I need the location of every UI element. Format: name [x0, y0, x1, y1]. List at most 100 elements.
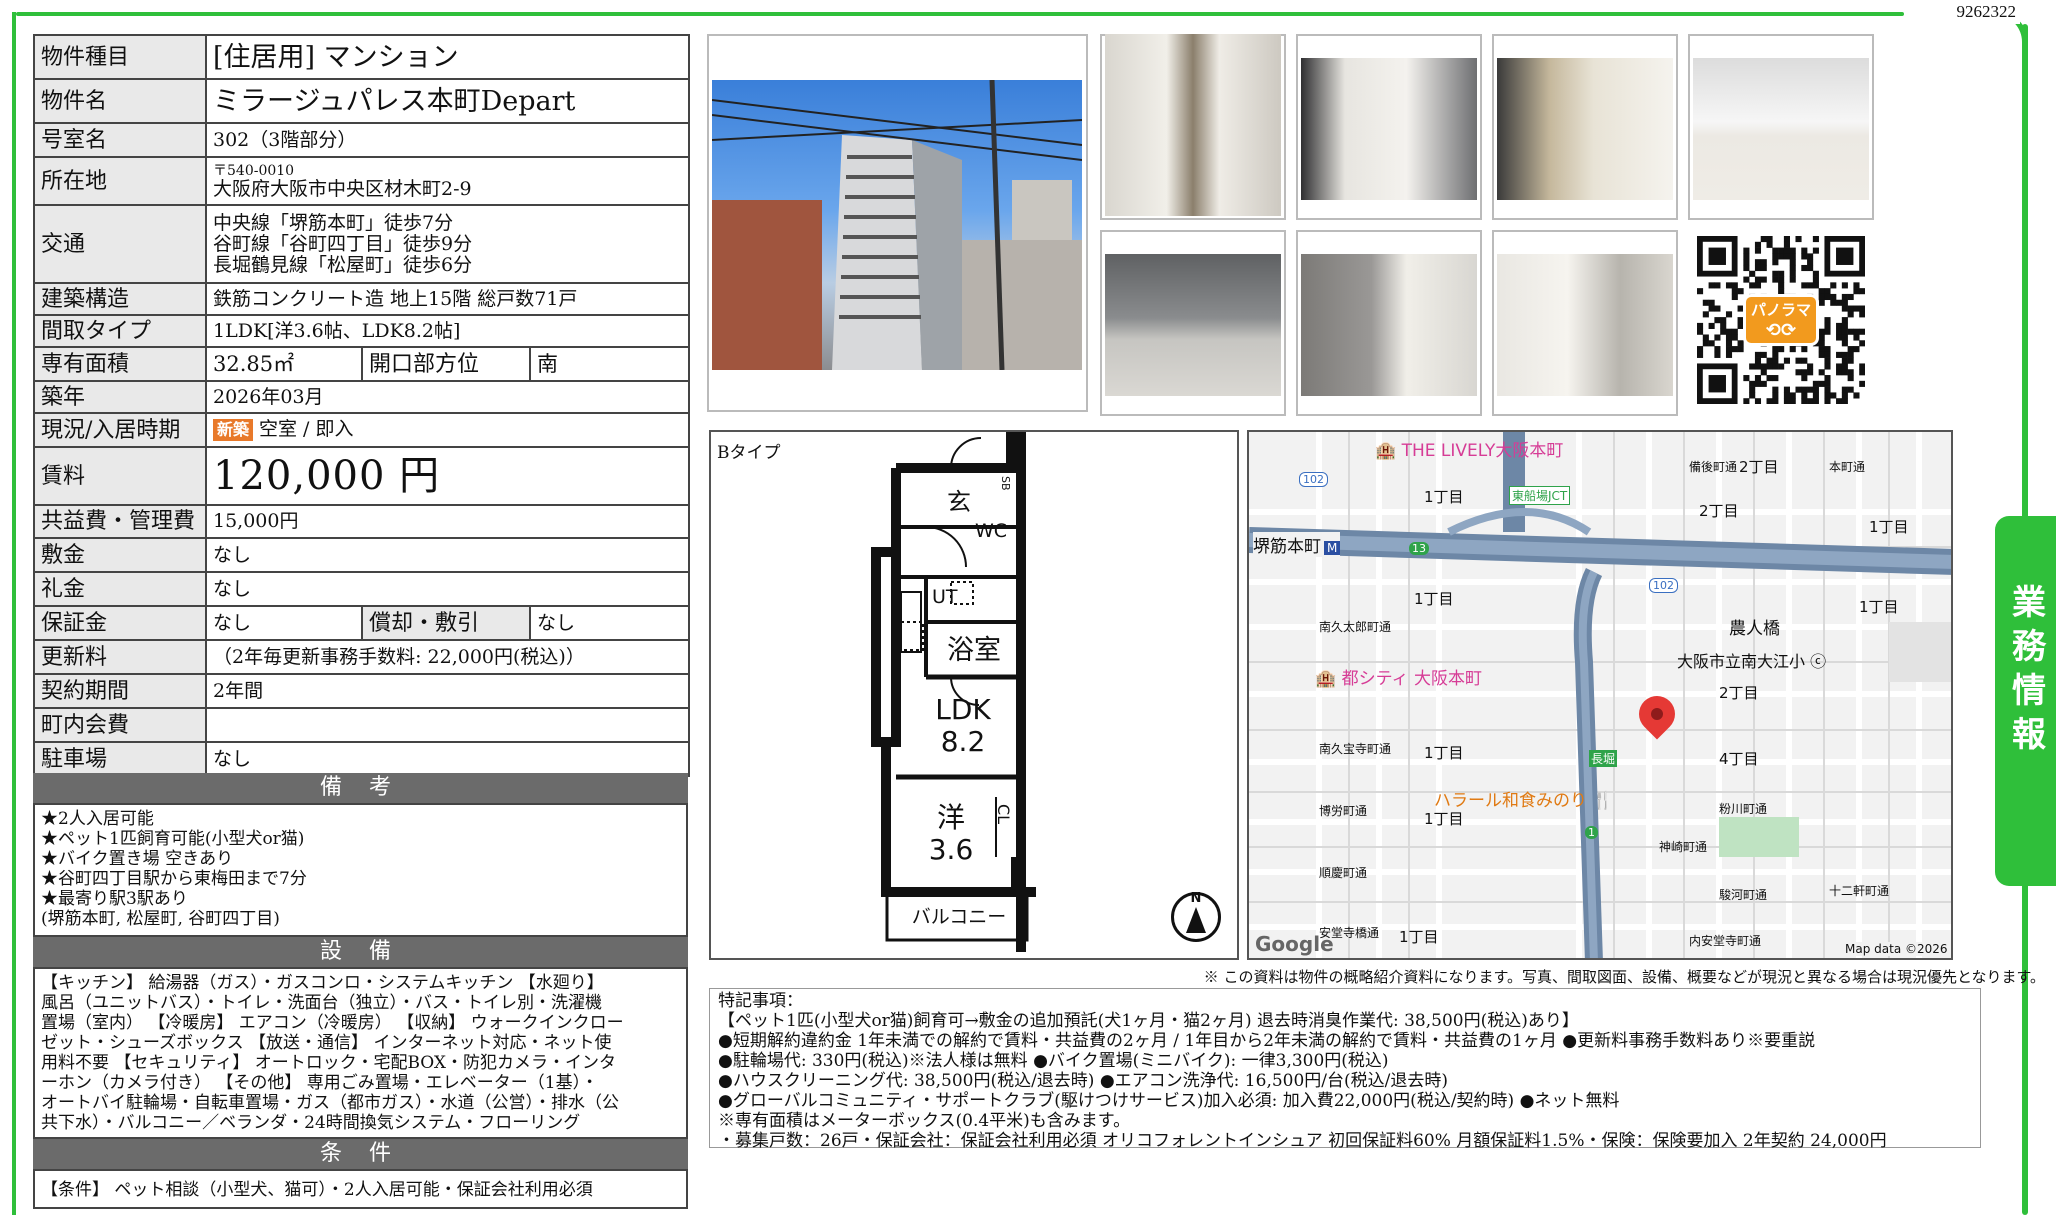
panorama-qr-code[interactable]: パノラマ ⟲⟳ [1697, 236, 1866, 405]
map-street-label: 南久宝寺町通 [1319, 742, 1392, 756]
map-street-label: 博労町通 [1319, 804, 1368, 818]
map-chome-label: 1丁目 [1424, 488, 1464, 506]
route-badge: 102 [1299, 472, 1328, 487]
special-notes: 特記事項： 【ペット1匹(小型犬or猫)飼育可→敷金の追加預託(犬1ヶ月・猫2ヶ… [709, 988, 1981, 1151]
interior-photo-ldk[interactable] [1301, 254, 1477, 396]
disclaimer-note: ※ この資料は物件の概略紹介資料になります。写真、間取図面、設備、概要などが現況… [1203, 968, 2045, 986]
route-badge: 1 [1585, 826, 1598, 839]
facility-line: 風呂（ユニットバス）・トイレ・洗面台（独立）・バス・トイレ別・洗濯機 [41, 993, 602, 1013]
map-chome-label: 1丁目 [1859, 598, 1899, 616]
interior-photo-bedroom[interactable] [1497, 254, 1673, 396]
document-number: 9262322 [1930, 2, 2020, 24]
guarantee-value: なし [205, 605, 363, 641]
map-nagahori-label: 長堀 [1589, 750, 1618, 767]
panorama-label: パノラマ [1750, 301, 1811, 319]
type-value: [住居用] マンション [204, 34, 691, 80]
route-badge: 102 [1649, 578, 1678, 593]
conditions-body: 【条件】 ペット相談（小型犬、猫可）・2人入居可能・保証会社利用必須 [33, 1169, 688, 1209]
area-value: 32.85㎡ [205, 346, 363, 382]
remark-line: ★谷町四丁目駅から東梅田まで7分 [41, 869, 307, 889]
location-map[interactable]: 🏨 THE LIVELY大阪本町 🏨 都シティ 大阪本町 ハラール和食みのり 🍴… [1247, 430, 1953, 960]
contract-label: 契約期間 [33, 673, 207, 709]
remarks-body: ★2人入居可能 ★ペット1匹飼育可能(小型犬or猫) ★バイク置き場 空きあり … [33, 803, 688, 937]
new-build-badge: 新築 [213, 419, 254, 441]
interior-photo-closet[interactable] [1301, 58, 1477, 200]
special-note-line: ●駐輪場代: 330円(税込)※法人様は無料 ●バイク置場(ミニバイク): 一律… [718, 1051, 1389, 1071]
map-chome-label: 1丁目 [1869, 518, 1909, 536]
interior-photo-sink[interactable] [1693, 58, 1869, 200]
map-chome-label: 1丁目 [1399, 928, 1439, 946]
deposit-value: なし [204, 537, 691, 573]
parking-label: 駐車場 [33, 741, 207, 777]
conditions-heading: 条 件 [33, 1139, 688, 1169]
facility-line: 共下水）・バルコニー／ベランダ・24時間換気システム・フローリング [41, 1113, 581, 1133]
rent-value: 120,000 円 [204, 446, 691, 506]
room-wc: WC [975, 520, 1008, 542]
exterior-photo[interactable] [712, 80, 1082, 370]
facility-line: 【キッチン】 給湯器（ガス）・ガスコンロ・システムキッチン 【水廻り】 [41, 973, 604, 993]
special-note-line: ●ハウスクリーニング代: 38,500円(税込/退去時) ●エアコン洗浄代: 1… [718, 1071, 1449, 1091]
room-ldk-label: LDK [935, 693, 991, 726]
map-chome-label: 2丁目 [1719, 684, 1759, 702]
map-poi-lively[interactable]: 🏨 THE LIVELY大阪本町 [1375, 436, 1563, 461]
map-street-label: 粉川町通 [1719, 802, 1768, 816]
fee-value: 15,000円 [204, 504, 691, 539]
map-street-label: 順慶町通 [1319, 866, 1368, 880]
layout-label: 間取タイプ [33, 314, 207, 348]
amortization-label: 償却・敷引 [361, 605, 531, 641]
room-value: 302（3階部分） [204, 122, 691, 158]
transport-line: 長堀鶴見線「松屋町」徒歩6分 [213, 253, 473, 276]
town-fee-value [204, 707, 691, 743]
side-tab[interactable]: 業務情報 [1995, 516, 2056, 886]
route-badge: 13 [1409, 542, 1429, 555]
map-poi-miyako[interactable]: 🏨 都シティ 大阪本町 [1315, 664, 1482, 689]
remark-line: (堺筋本町, 松屋町, 谷町四丁目) [41, 909, 280, 929]
direction-label: 開口部方位 [361, 346, 531, 382]
map-street-label: 備後町通 [1689, 460, 1738, 474]
remark-line: ★ペット1匹飼育可能(小型犬or猫) [41, 829, 305, 849]
remarks-heading: 備 考 [33, 773, 688, 803]
room-balcony: バルコニー [911, 906, 1007, 928]
facility-line: 置場（室内） 【冷暖房】 エアコン（冷暖房） 【収納】 ウォークインクロー [41, 1013, 624, 1033]
restaurant-icon: 🍴 [1587, 791, 1614, 811]
special-note-line: ・募集戸数：26戸・保証会社：保証会社利用必須 オリコフォレントインシュア 初回… [718, 1131, 1887, 1151]
interior-photo-room[interactable] [1105, 254, 1281, 396]
building-illustration [712, 80, 1082, 370]
contract-value: 2年間 [204, 673, 691, 709]
room-western-size: 3.6 [928, 833, 974, 866]
keymoney-label: 礼金 [33, 571, 207, 607]
facility-line: ーホン（カメラ付き） 【その他】 専用ごみ置場・エレベーター（1基）・ [41, 1073, 599, 1093]
room-ldk-size: 8.2 [940, 725, 986, 758]
map-chome-label: 1丁目 [1424, 744, 1464, 762]
remark-line: ★バイク置き場 空きあり [41, 849, 234, 869]
map-school-label[interactable]: 大阪市立南大江小 ⓒ [1677, 648, 1826, 672]
remark-line: ★2人入居可能 [41, 809, 154, 829]
map-street-label: 本町通 [1829, 460, 1866, 474]
panorama-badge: パノラマ ⟲⟳ [1743, 294, 1819, 346]
facilities-body: 【キッチン】 給湯器（ガス）・ガスコンロ・システムキッチン 【水廻り】 風呂（ユ… [33, 967, 688, 1139]
structure-value: 鉄筋コンクリート造 地上15階 総戸数71戸 [204, 282, 691, 316]
map-chome-label: 2丁目 [1739, 458, 1779, 476]
address-postal: 〒540-0010 [213, 162, 295, 179]
name-value: ミラージュパレス本町Depart [204, 78, 691, 124]
room-shoebox: SB [999, 476, 1012, 491]
side-tab-label: 業務情報 [2005, 584, 2046, 760]
special-note-line: ※専有面積はメーターボックス(0.4平米)も含みます。 [718, 1111, 1131, 1131]
hotel-icon: 🏨 [1315, 669, 1342, 689]
town-fee-label: 町内会費 [33, 707, 207, 743]
interior-photo-kitchen[interactable] [1497, 58, 1673, 200]
name-label: 物件名 [33, 78, 207, 124]
status-label: 現況/入居時期 [33, 412, 207, 448]
room-label: 号室名 [33, 122, 207, 158]
map-street-label: 南久太郎町通 [1319, 620, 1392, 634]
map-station-label[interactable]: 堺筋本町 M [1253, 532, 1341, 557]
facility-line: ゼット・シューズボックス 【放送・通信】 インターネット対応・ネット使 [41, 1033, 612, 1053]
google-logo: Google [1255, 932, 1334, 956]
keymoney-value: なし [204, 571, 691, 607]
rotate-icon: ⟲⟳ [1765, 320, 1797, 341]
room-western: 洋 3.6 [916, 802, 986, 866]
special-note-line: ●グローバルコミュニティ・サポートクラブ(駆けつけサービス)加入必須: 加入費2… [718, 1091, 1620, 1111]
interior-photo-hallway[interactable] [1105, 34, 1281, 216]
facilities-heading: 設 備 [33, 937, 688, 967]
map-street-label: 十二軒町通 [1829, 884, 1890, 898]
